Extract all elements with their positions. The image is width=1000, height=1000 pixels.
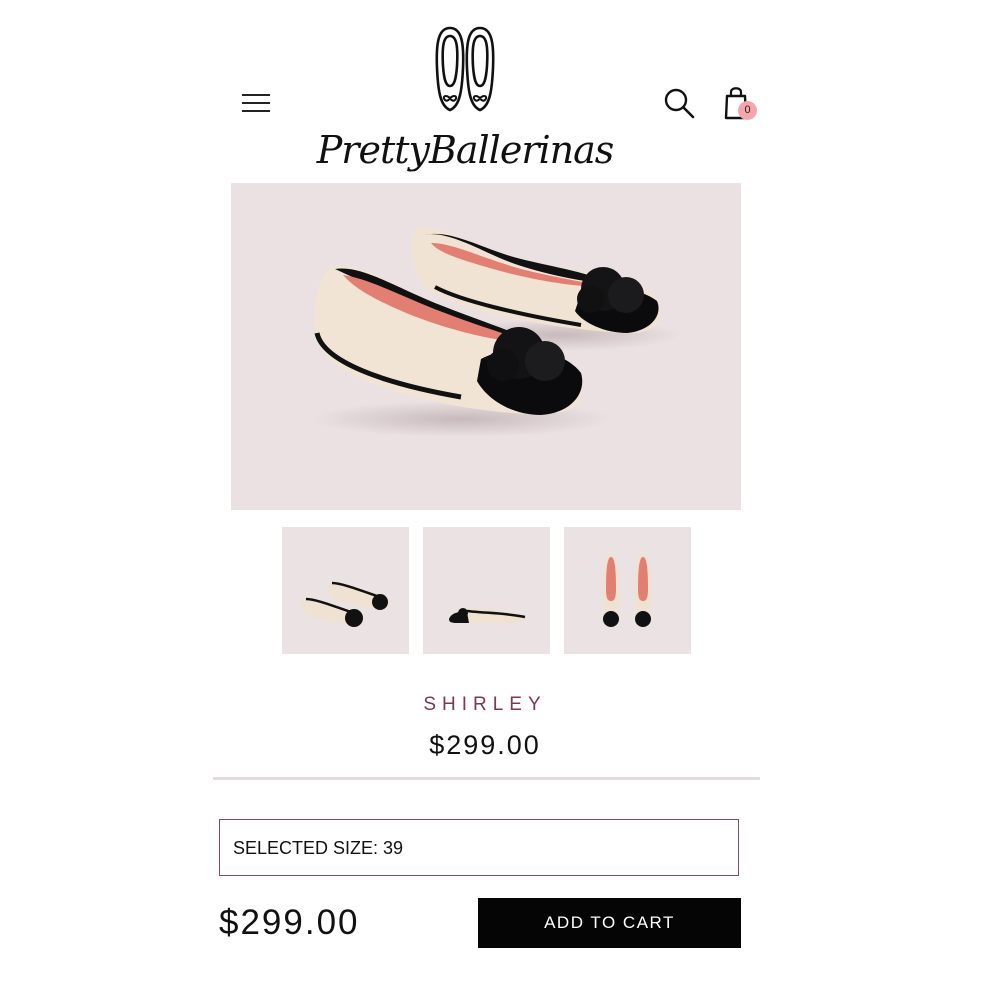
menu-icon-bar [242,110,270,112]
brand-name[interactable]: PrettyBallerinas [300,128,630,172]
thumbnail-side-view [449,608,526,623]
selected-size-label: SELECTED SIZE: 39 [233,838,404,858]
purchase-bar-price: $299.00 [219,903,360,942]
ballet-flats-logo-icon[interactable] [432,24,498,120]
product-thumbnail-1[interactable] [282,527,409,654]
add-to-cart-button[interactable]: ADD TO CART [478,898,741,948]
product-thumbnail-2[interactable] [423,527,550,654]
divider [213,777,760,780]
product-main-image[interactable] [231,183,741,510]
ballet-flats-illustration [311,227,681,437]
thumbnail-angled-pair [302,581,390,627]
thumbnail-top-view [603,553,651,627]
product-thumbnail-3[interactable] [564,527,691,654]
menu-icon-bar [242,102,270,104]
menu-button[interactable] [238,88,274,118]
product-name: SHIRLEY [423,694,547,715]
size-selector[interactable]: SELECTED SIZE: 39 [219,819,739,876]
menu-icon-bar [242,94,270,96]
cart-count-badge: 0 [738,101,757,120]
product-price: $299.00 [429,730,541,760]
search-icon[interactable] [662,86,696,120]
